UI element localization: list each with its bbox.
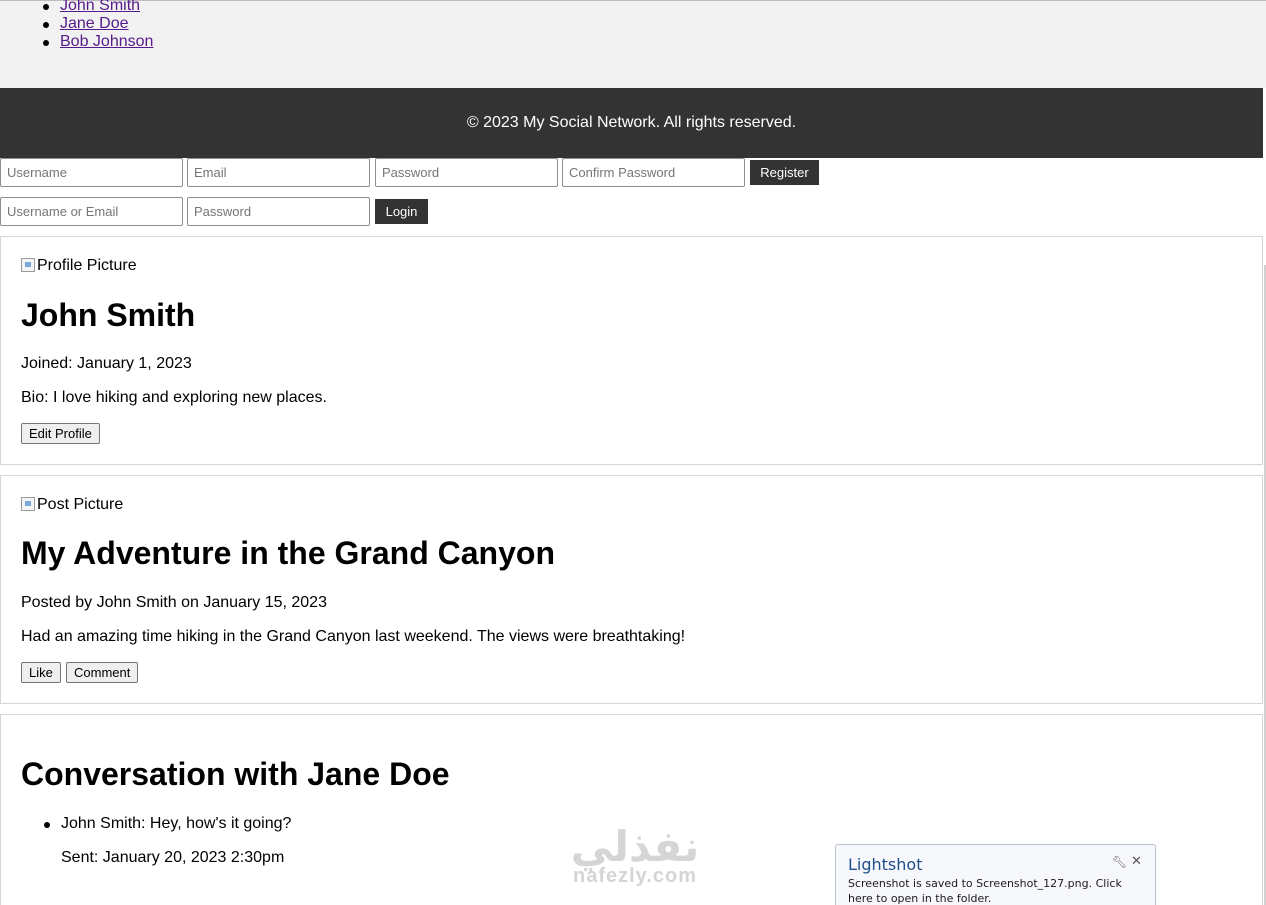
copyright-text: © 2023 My Social Network. All rights res… (466, 114, 797, 131)
broken-image-icon (21, 497, 35, 511)
list-item: Jane Doe (42, 15, 153, 33)
register-confirm-password-input[interactable] (562, 158, 745, 187)
post-byline: Posted by John Smith on January 15, 2023 (21, 594, 327, 611)
toast-title: Lightshot (848, 855, 923, 874)
post-card: Post Picture My Adventure in the Grand C… (0, 475, 1263, 704)
profile-picture-alt: Profile Picture (37, 257, 137, 274)
post-title: My Adventure in the Grand Canyon (21, 535, 555, 571)
post-body: Had an amazing time hiking in the Grand … (21, 628, 686, 645)
like-button[interactable]: Like (21, 662, 61, 683)
login-username-input[interactable] (0, 197, 183, 226)
message-timestamp: Sent: January 20, 2023 2:30pm (61, 849, 285, 866)
list-item: John Smith (42, 0, 153, 15)
wrench-icon[interactable]: 🔧︎ (1112, 855, 1127, 869)
register-email-input[interactable] (187, 158, 370, 187)
register-password-input[interactable] (375, 158, 558, 187)
post-picture-alt: Post Picture (37, 496, 124, 513)
register-button[interactable]: Register (750, 160, 819, 185)
profile-name: John Smith (21, 297, 196, 333)
profile-bio: Bio: I love hiking and exploring new pla… (21, 389, 327, 406)
login-button[interactable]: Login (375, 199, 428, 224)
close-icon[interactable]: ✕ (1131, 853, 1142, 869)
conversation-title: Conversation with Jane Doe (21, 756, 450, 792)
edit-profile-button[interactable]: Edit Profile (21, 423, 100, 444)
profile-card: Profile Picture John Smith Joined: Janua… (0, 236, 1263, 465)
page: John Smith Jane Doe Bob Johnson © 2023 M… (0, 0, 1266, 905)
list-item: John Smith: Hey, how's it going? Sent: J… (43, 815, 292, 867)
message-text: John Smith: Hey, how's it going? (61, 815, 292, 832)
friend-link-bob-johnson[interactable]: Bob Johnson (60, 33, 153, 50)
friends-list: John Smith Jane Doe Bob Johnson (42, 0, 153, 51)
friend-link-jane-doe[interactable]: Jane Doe (60, 15, 129, 32)
post-picture: Post Picture (21, 496, 123, 514)
friend-link-john-smith[interactable]: John Smith (60, 0, 140, 14)
site-footer: © 2023 My Social Network. All rights res… (0, 88, 1263, 158)
message-list: John Smith: Hey, how's it going? Sent: J… (43, 815, 292, 867)
list-item: Bob Johnson (42, 33, 153, 51)
friends-section: John Smith Jane Doe Bob Johnson (0, 0, 1266, 88)
login-password-input[interactable] (187, 197, 370, 226)
profile-picture: Profile Picture (21, 257, 137, 275)
lightshot-notification[interactable]: Lightshot 🔧︎ ✕ Screenshot is saved to Sc… (835, 844, 1156, 905)
register-username-input[interactable] (0, 158, 183, 187)
toast-message[interactable]: Screenshot is saved to Screenshot_127.pn… (848, 876, 1150, 905)
broken-image-icon (21, 258, 35, 272)
profile-joined: Joined: January 1, 2023 (21, 355, 192, 372)
comment-button[interactable]: Comment (66, 662, 139, 683)
